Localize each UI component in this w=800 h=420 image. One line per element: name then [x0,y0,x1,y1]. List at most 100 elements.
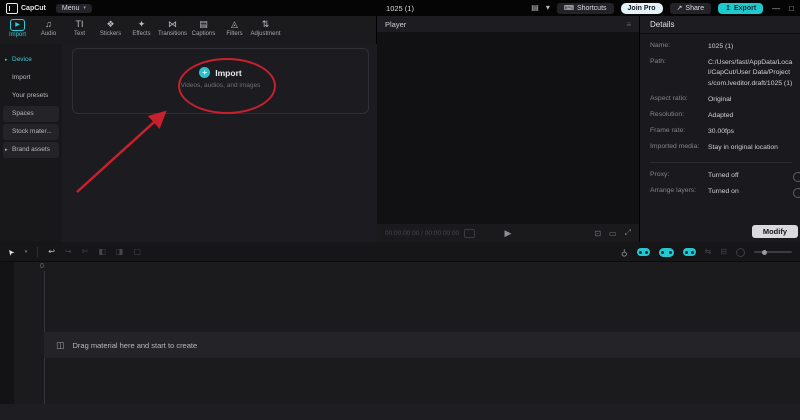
restore-button[interactable]: □ [789,4,794,13]
tab-stickers[interactable]: ❖ Stickers [95,16,126,37]
aspect-ratio-icon[interactable]: ▭ [609,229,617,238]
link-toggle-icon[interactable] [659,248,674,257]
sidebar-item-label: Brand assets [12,146,50,153]
magnet-toggle-icon[interactable] [637,248,650,256]
tab-label: Effects [132,31,150,37]
split-icon[interactable]: ✄ [82,248,89,256]
detail-label: Path: [650,58,708,89]
export-label: Export [734,5,756,12]
shortcuts-label: Shortcuts [577,5,607,12]
media-tabs: ▶ Import ♫ Audio TI Text ❖ Stickers ✦ Ef… [0,16,376,44]
tab-filters[interactable]: ◬ Filters [219,16,250,37]
tab-audio[interactable]: ♫ Audio [33,16,64,37]
tab-label: Adjustment [250,31,280,37]
sidebar-item-import[interactable]: Import [3,70,59,86]
main-track-drop-zone[interactable]: ◫ Drag material here and start to create [44,332,800,358]
sidebar-item-device[interactable]: ▸ Device [3,52,59,68]
detail-label: Resolution: [650,111,708,121]
fit-icon[interactable]: ⊡ [594,229,601,238]
detail-row-resolution: Resolution: Adapted [650,111,794,121]
modify-button[interactable]: Modify [752,225,798,238]
delete-left-icon[interactable]: ◧ [98,248,106,256]
details-panel: Details Name: 1025 (1) Path: C:/Users/fa… [640,16,800,242]
sidebar-item-label: Import [12,74,30,81]
info-icon[interactable] [793,172,800,182]
text-tab-icon: TI [76,19,84,30]
detail-value: 30.00fps [708,127,794,137]
detail-row-arrange-layers: Arrange layers: Turned on [650,187,794,197]
zoom-slider-handle[interactable] [762,250,767,255]
timeline-scrollbar-area[interactable] [0,404,800,420]
info-icon[interactable] [793,188,800,198]
import-button[interactable]: + Import [73,67,368,78]
tab-label: Audio [41,31,56,37]
import-subtitle: Videos, audios, and images [73,82,368,89]
menu-button[interactable]: Menu ▾ [56,4,92,13]
sidebar-item-spaces[interactable]: Spaces [3,106,59,122]
player-panel: Player ≡ 00:00:00:00 / 00:00:00:00 ▶ ⊡ ▭… [377,16,640,242]
redo-icon[interactable]: ↪ [65,248,72,256]
export-button[interactable]: ↥ Export [718,3,763,14]
tab-import[interactable]: ▶ Import [2,16,33,38]
tab-label: Text [74,31,85,37]
player-viewport [377,32,639,224]
delete-right-icon[interactable]: ◨ [116,248,124,256]
detail-row-name: Name: 1025 (1) [650,42,794,52]
cover-icon[interactable]: ⊟ [720,248,727,256]
track-header-gutter [0,262,14,420]
sidebar-item-your-presets[interactable]: Your presets [3,88,59,104]
detail-row-frame-rate: Frame rate: 30.00fps [650,127,794,137]
detail-value: 1025 (1) [708,42,794,52]
sidebar-item-brand-assets[interactable]: ▸ Brand assets [3,142,59,158]
split-view-icon[interactable]: ⇆ [705,248,712,256]
layout-icon[interactable]: ▤ [531,4,539,12]
detail-value: Stay in original location [708,143,794,153]
divider [650,162,792,163]
tab-adjustment[interactable]: ⇅ Adjustment [250,16,281,37]
microphone-icon[interactable]: ⚲ [621,248,628,257]
delete-icon[interactable]: ▢ [133,248,141,256]
tab-label: Transitions [158,31,187,37]
tab-captions[interactable]: ▤ Captions [188,16,219,37]
join-pro-button[interactable]: Join Pro [621,3,663,14]
tab-label: Captions [192,31,216,37]
zoom-out-icon[interactable] [736,248,745,257]
detail-row-imported-media: Imported media: Stay in original locatio… [650,143,794,153]
triangle-marker-icon: ▸ [5,142,8,158]
fullscreen-icon[interactable]: ⤢ [625,228,631,238]
import-button-label: Import [215,68,241,78]
select-tool-icon[interactable]: ➤ [6,247,16,257]
detail-label: Name: [650,42,708,52]
sidebar-item-stock-materials[interactable]: Stock mater... [3,124,59,140]
audio-tab-icon: ♫ [45,19,52,30]
share-button[interactable]: ↗ Share [670,3,712,14]
import-plus-icon: + [199,67,210,78]
timeline-zoom-slider[interactable] [754,251,792,253]
share-icon: ↗ [677,5,683,12]
select-tool-chevron-icon[interactable]: ▾ [25,250,28,255]
import-drop-zone[interactable]: + Import Videos, audios, and images [72,48,369,114]
adjustment-tab-icon: ⇅ [262,19,270,30]
title-bar: CapCut Menu ▾ 1025 (1) ▤ ▾ ⌨ Shortcuts J… [0,0,800,16]
tab-effects[interactable]: ✦ Effects [126,16,157,37]
timecode-dropdown[interactable] [464,229,475,238]
player-menu-icon[interactable]: ≡ [626,20,631,29]
snap-toggle-icon[interactable] [683,248,696,256]
menu-label: Menu [62,5,80,12]
tab-text[interactable]: TI Text [64,16,95,37]
sidebar-item-label: Spaces [12,110,34,117]
tab-transitions[interactable]: ⋈ Transitions [157,16,188,37]
tab-label: Import [9,32,26,38]
titlebar-right-group: ▤ ▾ ⌨ Shortcuts Join Pro ↗ Share ↥ Expor… [531,3,794,14]
timeline-toolbar-right: ⚲ ⇆ ⊟ [621,242,792,262]
undo-icon[interactable]: ↩ [48,248,55,256]
minimize-button[interactable]: — [772,4,780,13]
detail-value: C:/Users/fast/AppData/Local/CapCut/User … [708,58,794,89]
timeline-area[interactable]: 0 ◫ Drag material here and start to crea… [0,262,800,420]
media-sidebar: ▸ Device Import Your presets Spaces Stoc… [0,44,62,242]
timecode: 00:00:00:00 / 00:00:00:00 [385,230,459,237]
layout-chevron-icon[interactable]: ▾ [546,4,550,12]
shortcuts-button[interactable]: ⌨ Shortcuts [557,3,614,14]
sidebar-item-label: Your presets [12,92,48,99]
detail-row-proxy: Proxy: Turned off [650,171,794,181]
